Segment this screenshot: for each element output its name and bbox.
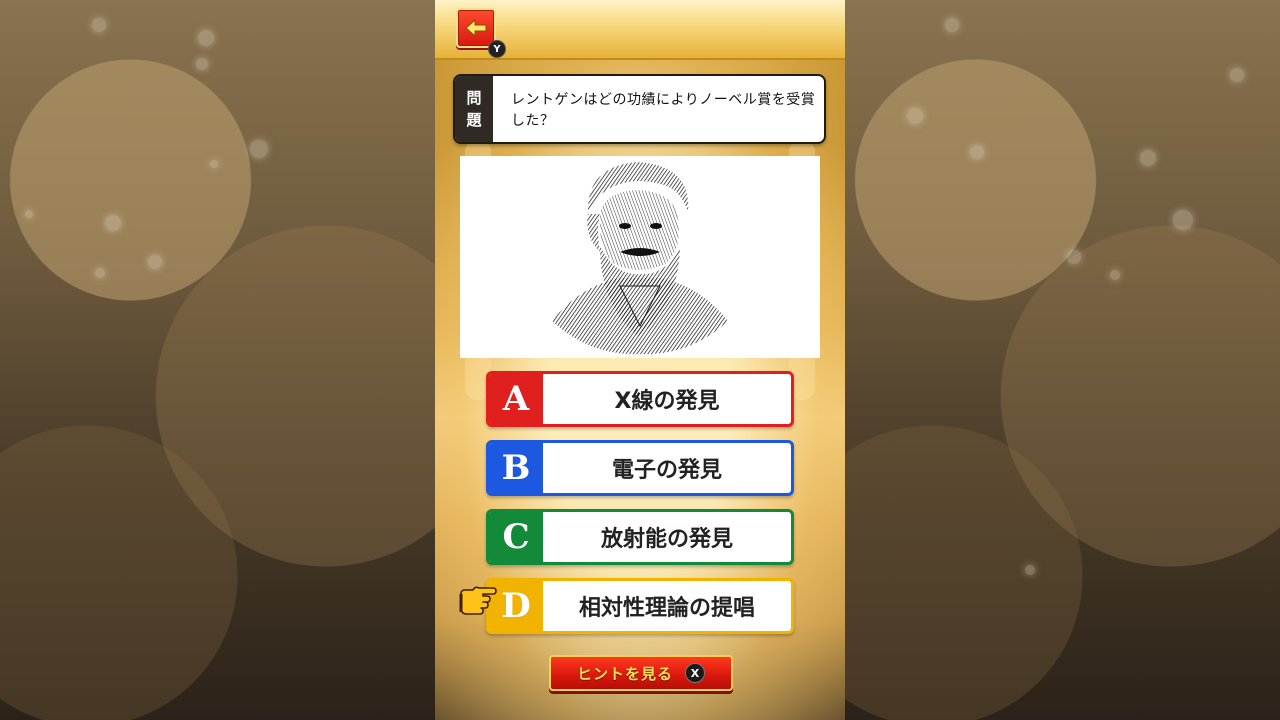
question-box: 問 題 レントゲンはどの功績によりノーベル賞を受賞した？	[453, 74, 826, 144]
answer-text: X線の発見	[614, 389, 720, 414]
portrait-image	[552, 162, 728, 355]
right-background	[845, 0, 1280, 720]
arrow-left-icon	[465, 18, 487, 38]
hint-button[interactable]: ヒントを見る X	[549, 655, 733, 691]
answer-c-button[interactable]: C 放射能の発見	[486, 509, 794, 565]
answer-letter: D	[489, 581, 543, 631]
answer-letter: C	[489, 512, 543, 562]
question-text: レントゲンはどの功績によりノーベル賞を受賞した？	[511, 92, 816, 129]
hint-label: ヒントを見る	[576, 664, 673, 683]
answer-letter: A	[489, 374, 543, 424]
answer-a-button[interactable]: A X線の発見	[486, 371, 794, 427]
answer-text: 相対性理論の提唱	[578, 596, 755, 621]
answer-d-button[interactable]: D 相対性理論の提唱	[486, 578, 794, 634]
answer-text: 放射能の発見	[600, 527, 733, 552]
x-key-badge: X	[685, 663, 705, 683]
left-background	[0, 0, 435, 720]
answer-b-button[interactable]: B 電子の発見	[486, 440, 794, 496]
question-label: 問 題	[455, 76, 493, 142]
y-key-badge: Y	[488, 40, 506, 58]
question-image	[460, 156, 820, 358]
quiz-panel: Y 問 題 レントゲンはどの功績によりノーベル賞を受賞した？ A X線の発見 B…	[435, 0, 845, 720]
answer-letter: B	[489, 443, 543, 493]
pointing-hand-cursor-icon	[459, 586, 497, 615]
answer-text: 電子の発見	[611, 458, 722, 483]
